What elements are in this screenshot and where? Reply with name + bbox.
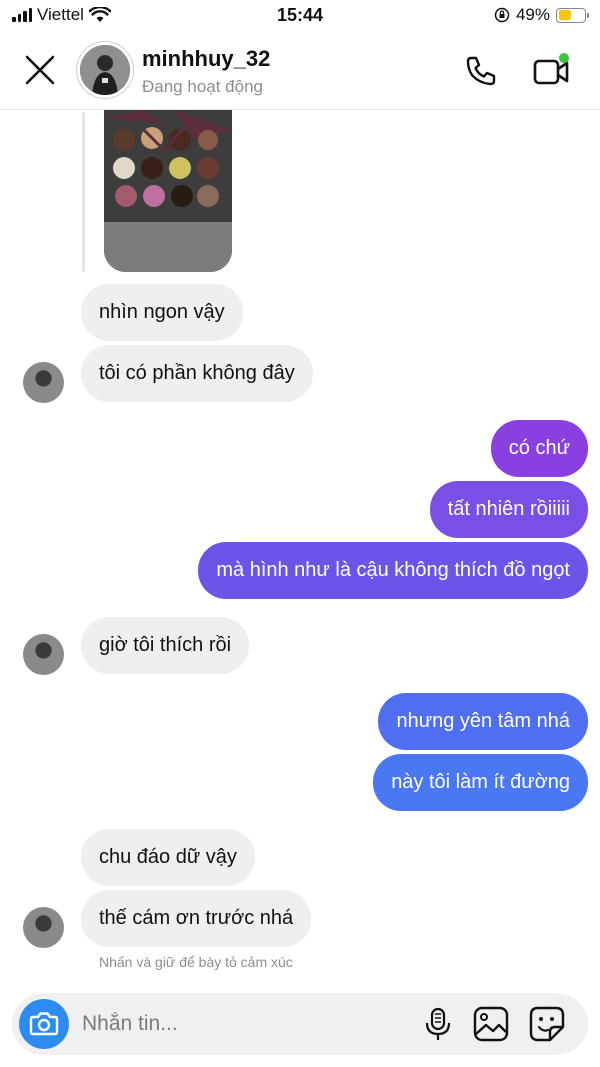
message-bubble-incoming[interactable]: chu đáo dữ vậy (81, 829, 255, 886)
avatar[interactable] (23, 362, 64, 403)
battery-charging-icon (556, 7, 589, 23)
message-bubble-incoming[interactable]: thế cám ơn trước nhá (81, 890, 312, 947)
phone-icon[interactable] (462, 52, 500, 90)
microphone-icon[interactable] (420, 1006, 456, 1042)
chat-header: minhhuy_32 Đang hoạt động (0, 32, 600, 110)
avatar[interactable] (23, 907, 64, 948)
message-input[interactable] (82, 1004, 402, 1044)
close-icon[interactable] (22, 52, 58, 88)
rotation-lock-icon (494, 7, 510, 23)
video-call-icon[interactable] (530, 50, 572, 92)
status-right: 49% (494, 5, 589, 25)
sticker-icon[interactable] (528, 1005, 566, 1043)
active-status: Đang hoạt động (142, 77, 263, 96)
message-bubble-incoming[interactable]: tôi có phần không đây (81, 345, 313, 402)
message-bubble-incoming[interactable]: giờ tôi thích rồi (81, 617, 250, 674)
message-bubble-outgoing[interactable]: tất nhiên rồiiiii (429, 481, 588, 538)
camera-icon (29, 1012, 59, 1036)
message-bubble-outgoing[interactable]: có chứ (490, 420, 588, 477)
reply-thread-line (82, 112, 85, 272)
message-bubble-incoming[interactable]: nhìn ngon vậy (81, 284, 243, 341)
message-bubble-outgoing[interactable]: nhưng yên tâm nhá (378, 693, 588, 750)
gallery-icon[interactable] (472, 1005, 510, 1043)
avatar[interactable] (23, 634, 64, 675)
status-bar: Viettel 15:44 49% (0, 0, 600, 32)
reaction-hint: Nhấn và giữ để bày tỏ cảm xúc (99, 954, 293, 970)
contact-username[interactable]: minhhuy_32 (142, 46, 270, 72)
message-bubble-outgoing[interactable]: mà hình như là cậu không thích đồ ngọt (198, 542, 588, 599)
shared-photo[interactable] (104, 110, 232, 272)
message-composer (12, 993, 588, 1055)
battery-percent: 49% (515, 5, 550, 24)
avatar[interactable] (76, 41, 134, 99)
message-bubble-outgoing[interactable]: này tôi làm ít đường (373, 754, 588, 811)
camera-button[interactable] (19, 999, 69, 1049)
online-indicator (559, 53, 569, 63)
